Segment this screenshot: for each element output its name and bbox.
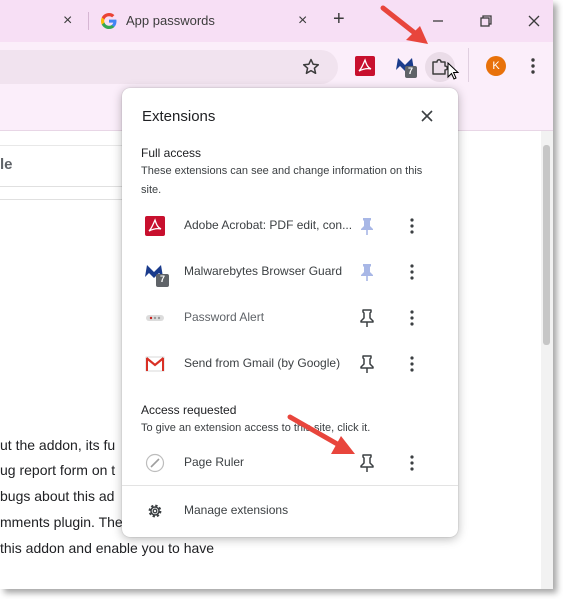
browser-window: × App passwords × + 7 K le ut the addon,… <box>0 0 553 589</box>
annotation-arrow-icon <box>380 5 428 44</box>
page-text-line: ut the addon, its fu <box>0 437 116 453</box>
full-access-heading: Full access <box>141 146 202 160</box>
malwarebytes-icon[interactable]: 7 <box>394 54 418 78</box>
pin-icon[interactable] <box>358 262 376 282</box>
more-options-icon[interactable] <box>405 216 419 236</box>
extension-name: Send from Gmail (by Google) <box>184 356 341 370</box>
page-text-line: mments plugin. The <box>0 514 123 530</box>
google-icon <box>101 13 117 29</box>
malwarebytes-icon: 7 <box>144 261 170 287</box>
manage-extensions-row[interactable]: Manage extensions <box>122 492 458 530</box>
more-options-icon[interactable] <box>405 354 419 374</box>
toolbar: 7 K <box>0 42 553 90</box>
password-alert-icon <box>146 315 164 321</box>
extension-badge: 7 <box>408 66 414 76</box>
extension-name: Page Ruler <box>184 455 245 469</box>
page-search-box[interactable] <box>0 145 130 187</box>
profile-avatar[interactable]: K <box>486 56 506 76</box>
tab-close-icon[interactable]: × <box>63 13 72 29</box>
star-icon[interactable] <box>301 57 321 77</box>
popup-title: Extensions <box>142 108 216 125</box>
close-window-button[interactable] <box>521 8 547 34</box>
extension-badge: 7 <box>160 274 166 284</box>
tab-separator <box>88 12 89 30</box>
tab-strip: × App passwords × + <box>0 0 553 42</box>
access-requested-heading: Access requested <box>141 403 237 417</box>
pin-icon[interactable] <box>358 216 376 236</box>
page-search-text: le <box>0 156 13 173</box>
scrollbar-thumb[interactable] <box>543 145 550 345</box>
page-divider <box>0 199 130 200</box>
popup-divider <box>122 485 458 486</box>
pin-outline-icon[interactable] <box>358 354 376 374</box>
page-text-line: bugs about this ad <box>0 488 115 504</box>
tab-title: App passwords <box>126 13 215 28</box>
full-access-description: These extensions can see and change info… <box>141 165 423 196</box>
page-text-line: this addon and enable you to have <box>0 540 215 556</box>
extension-name: Adobe Acrobat: PDF edit, con... <box>184 218 353 232</box>
more-options-icon[interactable] <box>405 308 419 328</box>
gear-icon <box>148 504 162 518</box>
toolbar-divider <box>468 48 469 82</box>
more-options-icon[interactable] <box>405 262 419 282</box>
new-tab-button[interactable]: + <box>333 9 345 29</box>
gmail-icon <box>145 356 165 372</box>
extension-row-adobe-acrobat[interactable]: Adobe Acrobat: PDF edit, con... <box>122 203 458 249</box>
extension-row-malwarebytes[interactable]: 7 Malwarebytes Browser Guard <box>122 249 458 295</box>
close-icon[interactable] <box>419 108 435 124</box>
extension-name: Malwarebytes Browser Guard <box>184 264 343 278</box>
manage-extensions-label: Manage extensions <box>184 503 289 517</box>
annotation-arrow-icon <box>287 414 355 454</box>
maximize-button[interactable] <box>473 8 499 34</box>
adobe-acrobat-icon[interactable] <box>355 56 375 76</box>
pin-outline-icon[interactable] <box>358 308 376 328</box>
tab-close-icon[interactable]: × <box>298 13 307 29</box>
page-ruler-icon <box>145 453 165 473</box>
more-options-icon[interactable] <box>405 453 419 473</box>
kebab-menu-icon[interactable] <box>527 56 539 76</box>
page-text-line: ug report form on t <box>0 462 116 478</box>
extension-row-password-alert[interactable]: Password Alert <box>122 295 458 341</box>
mouse-cursor-icon <box>447 62 460 80</box>
extension-name: Password Alert <box>184 310 265 324</box>
adobe-acrobat-icon <box>145 216 165 236</box>
address-bar[interactable] <box>0 50 338 84</box>
extension-row-send-from-gmail[interactable]: Send from Gmail (by Google) <box>122 341 458 387</box>
tab-previous[interactable]: × <box>0 8 88 34</box>
extensions-popup: Extensions Full access These extensions … <box>122 88 458 537</box>
